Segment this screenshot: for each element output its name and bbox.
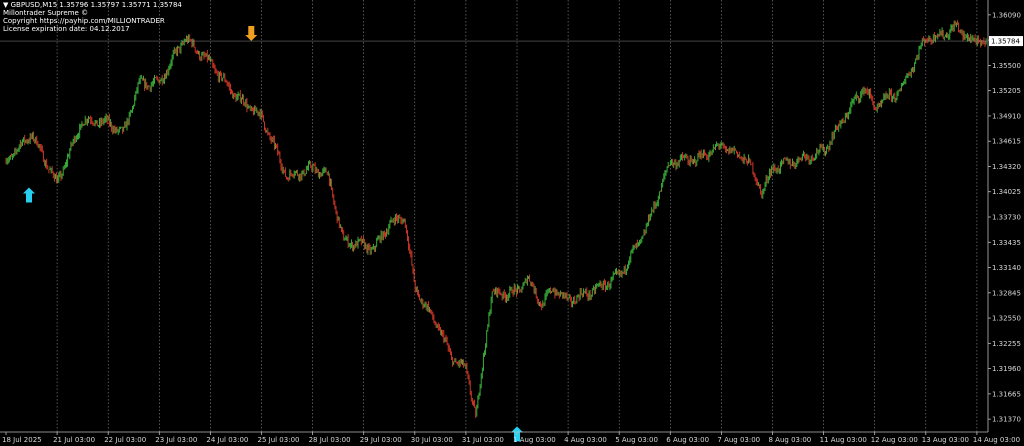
time-tick-label: 4 Aug 03:00	[564, 436, 607, 444]
price-tick-label: 1.31960	[992, 365, 1021, 373]
price-tick-label: 1.34025	[992, 188, 1021, 196]
time-tick-label: 21 Jul 03:00	[53, 436, 95, 444]
time-tick-label: 30 Jul 03:00	[411, 436, 453, 444]
symbol-line: ▼ GBPUSD,M15 1.35796 1.35797 1.35771 1.3…	[3, 1, 182, 9]
license-line: License expiration date: 04.12.2017	[3, 25, 130, 33]
time-tick-label: 6 Aug 03:00	[666, 436, 709, 444]
time-tick-label: 23 Jul 03:00	[155, 436, 197, 444]
price-tick-label: 1.32550	[992, 315, 1021, 323]
price-chart[interactable]: 1.360901.357951.355001.352051.349101.346…	[0, 0, 1024, 446]
price-tick-label: 1.32255	[992, 340, 1021, 348]
time-tick-label: 22 Jul 03:00	[104, 436, 146, 444]
candles	[5, 20, 987, 418]
price-tick-label: 1.36090	[992, 11, 1021, 19]
signal-arrows	[22, 25, 523, 442]
price-tick-label: 1.31370	[992, 416, 1021, 424]
time-tick-label: 31 Jul 03:00	[462, 436, 504, 444]
buy-arrow-icon	[22, 187, 35, 203]
time-tick-label: 25 Jul 03:00	[258, 436, 300, 444]
indicator-name: Millontrader Supreme ©	[3, 9, 89, 17]
time-tick-label: 7 Aug 03:00	[717, 436, 760, 444]
price-tick-label: 1.34910	[992, 112, 1021, 120]
price-tick-label: 1.35500	[992, 62, 1021, 70]
price-tick-label: 1.33435	[992, 239, 1021, 247]
price-tick-label: 1.35205	[992, 87, 1021, 95]
sell-arrow-icon	[245, 25, 258, 41]
time-tick-label: 12 Aug 03:00	[871, 436, 918, 444]
price-tick-label: 1.32845	[992, 289, 1021, 297]
time-tick-label: 1 Aug 03:00	[513, 436, 556, 444]
copyright-line: Copyright https://payhip.com/MILLIONTRAD…	[3, 17, 165, 25]
time-tick-label: 29 Jul 03:00	[360, 436, 402, 444]
time-tick-label: 5 Aug 03:00	[615, 436, 658, 444]
current-price-label: 1.35784	[991, 38, 1020, 46]
price-tick-label: 1.31665	[992, 390, 1021, 398]
time-tick-label: 24 Jul 03:00	[206, 436, 248, 444]
grid-lines	[56, 0, 978, 432]
chart-info-panel: ▼ GBPUSD,M15 1.35796 1.35797 1.35771 1.3…	[3, 1, 182, 33]
price-tick-label: 1.33140	[992, 264, 1021, 272]
time-tick-label: 11 Aug 03:00	[820, 436, 867, 444]
price-tick-label: 1.34615	[992, 138, 1021, 146]
time-tick-label: 8 Aug 03:00	[769, 436, 812, 444]
time-tick-label: 28 Jul 03:00	[309, 436, 351, 444]
price-tick-label: 1.33730	[992, 214, 1021, 222]
time-tick-label: 14 Aug 03:00	[973, 436, 1020, 444]
time-tick-label: 13 Aug 03:00	[922, 436, 969, 444]
price-tick-label: 1.34320	[992, 163, 1021, 171]
time-tick-label: 18 Jul 2025	[2, 436, 42, 444]
chart-canvas[interactable]: 1.360901.357951.355001.352051.349101.346…	[0, 0, 1024, 446]
axes: 1.360901.357951.355001.352051.349101.346…	[0, 0, 1023, 444]
